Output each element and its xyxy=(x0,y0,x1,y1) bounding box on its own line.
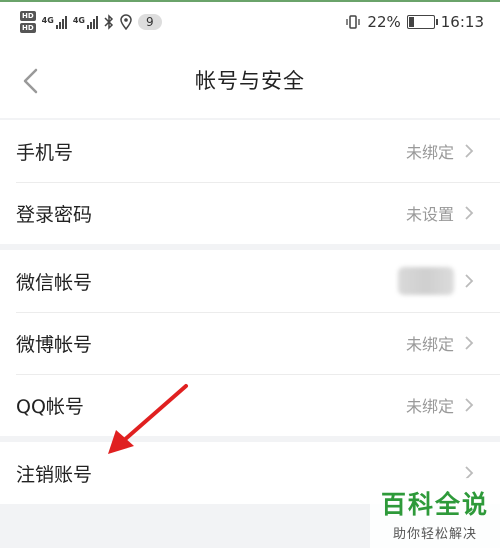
location-icon xyxy=(120,14,132,30)
watermark-subtitle: 助你轻松解决 xyxy=(392,526,477,542)
hd-icon: HD xyxy=(20,23,36,33)
row-phone-number[interactable]: 手机号 未绑定 xyxy=(0,120,500,182)
battery-fill xyxy=(408,17,415,27)
row-value: 未绑定 xyxy=(405,143,454,162)
red-annotation-arrow-icon xyxy=(108,384,188,454)
hd-icon: HD xyxy=(20,11,36,21)
chevron-right-icon xyxy=(465,274,474,288)
row-label: 注销账号 xyxy=(16,463,93,486)
back-arrow-icon[interactable] xyxy=(18,64,48,98)
signal-icon: 4G xyxy=(72,15,98,29)
row-weibo-account[interactable]: 微博帐号 未绑定 xyxy=(0,312,500,374)
status-bar-left: HD HD 4G 4G 9 xyxy=(20,11,162,33)
row-login-password[interactable]: 登录密码 未设置 xyxy=(0,182,500,244)
row-label: 手机号 xyxy=(16,141,74,164)
row-value: 未设置 xyxy=(405,205,454,224)
row-label: 登录密码 xyxy=(16,203,93,226)
hd-indicators: HD HD xyxy=(20,11,36,33)
watermark-title: 百科全说 xyxy=(380,489,489,519)
settings-group-account: 手机号 未绑定 登录密码 未设置 xyxy=(0,120,500,244)
bluetooth-icon xyxy=(104,14,114,30)
network-type-label: 4G xyxy=(41,15,54,25)
vibrate-icon xyxy=(346,15,361,29)
notification-count-badge: 9 xyxy=(137,14,162,30)
clock: 16:13 xyxy=(440,13,484,31)
chevron-right-icon xyxy=(465,336,474,350)
chevron-right-icon xyxy=(465,144,474,158)
watermark-logo: 百科全说 助你轻松解决 xyxy=(370,478,500,548)
signal-icon: 4G xyxy=(41,15,67,29)
app-header: 帐号与安全 xyxy=(0,42,500,118)
row-label: QQ帐号 xyxy=(16,395,84,418)
blurred-value xyxy=(398,267,454,295)
network-type-label: 4G xyxy=(72,15,85,25)
battery-icon xyxy=(406,15,438,29)
row-value: 未绑定 xyxy=(405,335,454,354)
row-label: 微信帐号 xyxy=(16,271,93,294)
settings-group-social: 微信帐号 微博帐号 未绑定 QQ帐号 未绑定 xyxy=(0,250,500,436)
status-bar: HD HD 4G 4G 9 22% 16:13 xyxy=(0,2,500,42)
battery-percent: 22% xyxy=(367,13,401,31)
row-value: 未绑定 xyxy=(405,397,454,416)
row-label: 微博帐号 xyxy=(16,333,93,356)
row-qq-account[interactable]: QQ帐号 未绑定 xyxy=(0,374,500,436)
status-bar-right: 22% 16:13 xyxy=(345,13,484,31)
chevron-right-icon xyxy=(465,398,474,412)
row-wechat-account[interactable]: 微信帐号 xyxy=(0,250,500,312)
chevron-right-icon xyxy=(465,206,474,220)
page-title: 帐号与安全 xyxy=(195,69,305,93)
